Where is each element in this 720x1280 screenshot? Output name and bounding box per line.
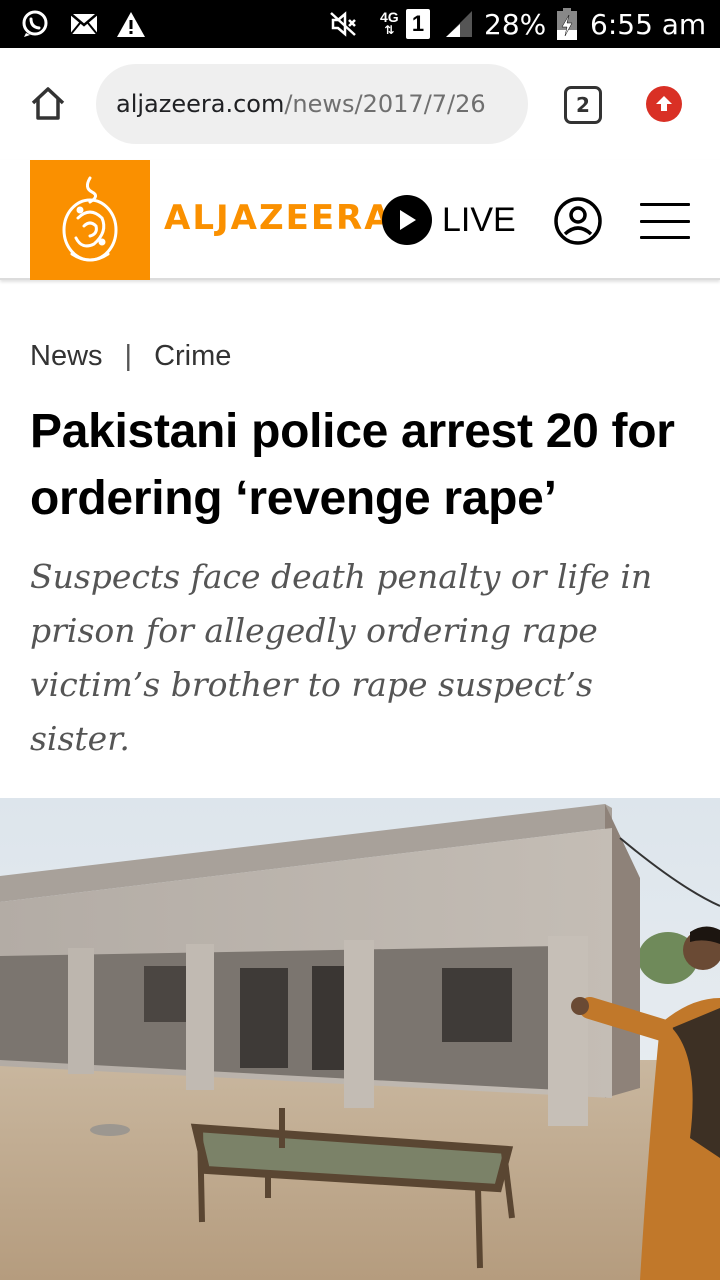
breadcrumb-separator: | (124, 339, 133, 372)
breadcrumb-news[interactable]: News (30, 340, 103, 373)
battery-charging-icon (556, 0, 578, 48)
breadcrumb: News | Crime (30, 336, 231, 376)
whatsapp-icon (20, 0, 50, 48)
play-icon (382, 195, 432, 245)
brand-wordmark[interactable]: ALJAZEERA (164, 198, 393, 238)
warning-icon (116, 0, 146, 48)
building-photo (0, 798, 720, 1280)
battery-percent: 28% (484, 7, 547, 41)
article-subheadline: Suspects face death penalty or life in p… (30, 557, 653, 758)
menu-icon-bar (640, 236, 690, 239)
status-bar: 4G ⇅ 1 28% 6:55 am (0, 0, 720, 48)
home-icon (31, 87, 65, 120)
article-hero-image (0, 798, 720, 1280)
home-button[interactable] (24, 78, 72, 130)
update-icon (656, 96, 672, 111)
menu-button[interactable] (640, 203, 690, 239)
account-button[interactable] (553, 196, 603, 251)
aljazeera-logo-icon (62, 176, 118, 262)
signal-icon (444, 0, 474, 48)
breadcrumb-crime[interactable]: Crime (154, 340, 231, 373)
url-host: aljazeera.com (116, 90, 285, 118)
menu-icon-bar (640, 203, 690, 206)
live-button[interactable]: LIVE (382, 195, 516, 245)
tabs-button[interactable]: 2 (564, 86, 602, 124)
article-headline: Pakistani police arrest 20 for ordering … (30, 405, 675, 525)
browser-toolbar: aljazeera.com/news/2017/7/26 2 (0, 48, 720, 160)
mail-icon (70, 0, 98, 48)
tab-count: 2 (576, 93, 590, 117)
menu-icon-bar (640, 219, 690, 223)
url-path: /news/2017/7/26 (284, 90, 486, 118)
clock: 6:55 am (590, 7, 707, 41)
network-type: 4G ⇅ (380, 9, 399, 37)
live-label: LIVE (442, 200, 516, 239)
site-header: ALJAZEERA LIVE (0, 160, 720, 280)
aljazeera-logo[interactable] (30, 160, 150, 280)
sim-slot-indicator: 1 (406, 0, 430, 48)
mute-icon (328, 0, 358, 48)
address-bar[interactable]: aljazeera.com/news/2017/7/26 (96, 64, 528, 144)
account-icon (554, 197, 602, 245)
update-button[interactable] (646, 86, 682, 122)
